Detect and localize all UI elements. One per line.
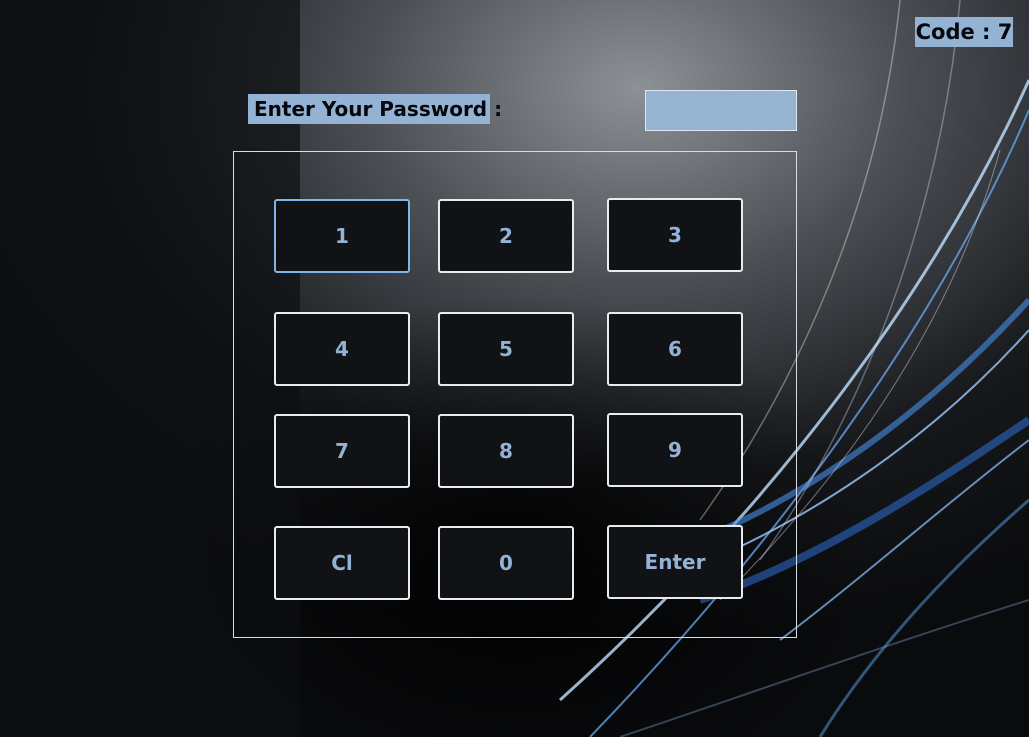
code-label: Code : 7 [915,17,1013,47]
clear-button[interactable]: Cl [274,526,410,600]
key-5-button[interactable]: 5 [438,312,574,386]
enter-button[interactable]: Enter [607,525,743,599]
key-1-button[interactable]: 1 [274,199,410,273]
key-3-button[interactable]: 3 [607,198,743,272]
key-0-button[interactable]: 0 [438,526,574,600]
keypad-panel: 1 2 3 4 5 6 7 8 9 Cl 0 Enter [233,151,797,638]
password-prompt-label: Enter Your Password : [248,94,502,124]
key-9-button[interactable]: 9 [607,413,743,487]
key-8-button[interactable]: 8 [438,414,574,488]
password-input[interactable] [645,90,797,131]
key-4-button[interactable]: 4 [274,312,410,386]
key-6-button[interactable]: 6 [607,312,743,386]
key-7-button[interactable]: 7 [274,414,410,488]
key-2-button[interactable]: 2 [438,199,574,273]
